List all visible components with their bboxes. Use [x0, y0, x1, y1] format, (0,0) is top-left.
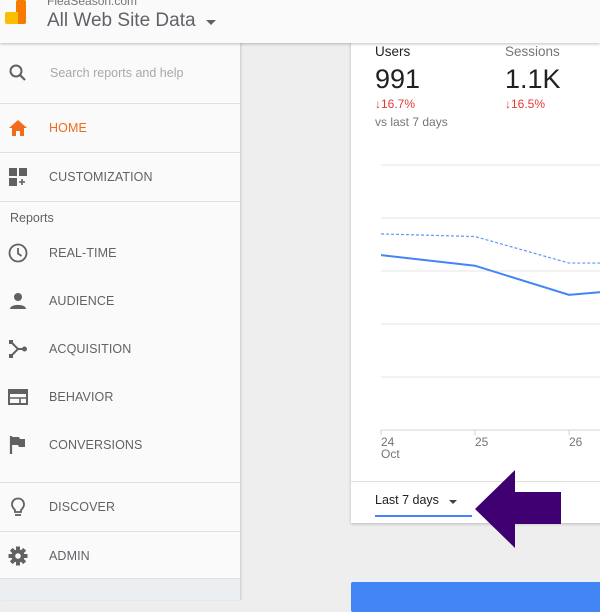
x-tick-label: 25 [475, 435, 489, 449]
app-header: FleaSeason.com All Web Site Data [0, 0, 600, 43]
property-view-selector[interactable]: All Web Site Data [47, 10, 216, 32]
sidebar-item-customization[interactable]: CUSTOMIZATION [0, 153, 240, 202]
sidebar-item-behavior[interactable]: BEHAVIOR [0, 373, 240, 421]
web-layout-icon [8, 387, 28, 407]
sidebar-item-label: ADMIN [49, 549, 90, 563]
merge-icon [8, 339, 28, 359]
sidebar-item-label: HOME [49, 121, 87, 135]
sidebar-collapse-bar[interactable] [0, 578, 240, 600]
flag-icon [8, 435, 28, 455]
date-range-label: Last 7 days [375, 493, 439, 507]
sidebar-item-acquisition[interactable]: ACQUISITION [0, 325, 240, 373]
search-input[interactable] [50, 66, 220, 80]
dashboard-add-icon [8, 167, 28, 187]
person-icon [8, 291, 28, 311]
sidebar-item-label: REAL-TIME [49, 246, 117, 260]
sidebar-item-discover[interactable]: DISCOVER [0, 483, 240, 532]
property-view-label: All Web Site Data [47, 10, 196, 32]
clock-icon [8, 243, 28, 263]
primary-action-button[interactable] [351, 582, 600, 612]
overview-card: Users 991 ↓16.7% vs last 7 days Sessions… [351, 25, 600, 523]
series-line-0 [381, 255, 600, 295]
sidebar-item-real-time[interactable]: REAL-TIME [0, 229, 240, 277]
chevron-down-icon [449, 500, 457, 504]
sidebar-item-label: DISCOVER [49, 500, 115, 514]
sidebar-item-label: CONVERSIONS [49, 438, 142, 452]
gear-icon [8, 546, 28, 566]
users-line-chart: 24Oct2526 [351, 25, 600, 475]
sidebar-item-label: ACQUISITION [49, 342, 131, 356]
reports-section: Reports REAL-TIME AUDIENCE ACQUISITION B… [0, 202, 240, 483]
sidebar: HOME CUSTOMIZATION Reports REAL-TIME AUD… [0, 43, 241, 600]
sidebar-item-home[interactable]: HOME [0, 104, 240, 153]
search-bar [0, 43, 240, 104]
annotation-arrow-icon [475, 470, 561, 548]
sidebar-item-label: CUSTOMIZATION [49, 170, 153, 184]
chevron-down-icon [206, 20, 216, 25]
sidebar-item-admin[interactable]: ADMIN [0, 532, 240, 581]
sidebar-item-label: AUDIENCE [49, 294, 114, 308]
search-icon[interactable] [8, 63, 28, 83]
sidebar-item-audience[interactable]: AUDIENCE [0, 277, 240, 325]
analytics-logo-icon [2, 0, 28, 24]
sidebar-item-label: BEHAVIOR [49, 390, 113, 404]
account-name: FleaSeason.com [47, 0, 137, 8]
date-range-dropdown[interactable]: Last 7 days [375, 493, 472, 517]
home-icon [8, 118, 28, 138]
lightbulb-icon [8, 497, 28, 517]
x-tick-month-label: Oct [381, 447, 400, 461]
x-tick-label: 26 [569, 435, 583, 449]
sidebar-item-conversions[interactable]: CONVERSIONS [0, 421, 240, 469]
reports-heading: Reports [0, 202, 240, 229]
